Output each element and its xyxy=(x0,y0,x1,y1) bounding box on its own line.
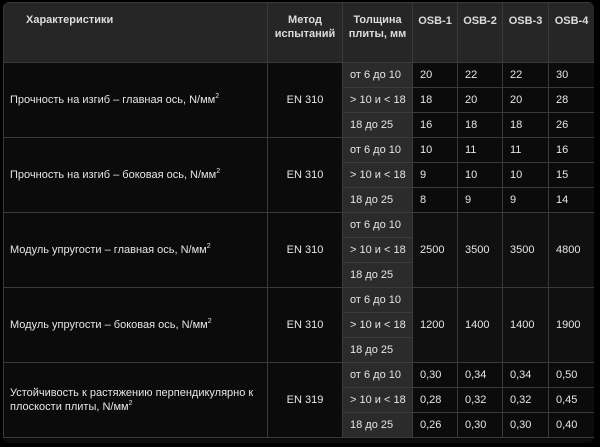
value-cell: 10 xyxy=(457,162,503,188)
unit-superscript: 2 xyxy=(215,93,220,100)
test-method: EN 310 xyxy=(267,137,343,213)
thickness-cell: 18 до 25 xyxy=(342,187,413,213)
value-cell: 9 xyxy=(502,187,549,213)
value-cell: 0,28 xyxy=(412,387,458,413)
property-label: Устойчивость к растяжению перпендикулярн… xyxy=(3,362,268,438)
value-cell: 20 xyxy=(457,87,503,113)
value-cell: 9 xyxy=(412,162,458,188)
value-cell: 0,30 xyxy=(457,412,503,438)
value-cell: 15 xyxy=(548,162,594,188)
table-row: Устойчивость к растяжению перпендикулярн… xyxy=(3,362,594,438)
table-frame: Характеристики Метод испытаний Толщина п… xyxy=(3,2,594,443)
value-cell: 0,34 xyxy=(457,362,503,388)
value-cell: 10 xyxy=(412,137,458,163)
value-cell: 0,30 xyxy=(412,362,458,388)
value-cell: 22 xyxy=(502,62,549,88)
value-cell: 22 xyxy=(457,62,503,88)
thickness-cell: 18 до 25 xyxy=(342,412,413,438)
value-cell: 20 xyxy=(502,87,549,113)
thickness-cell: от 6 до 10 xyxy=(342,137,413,163)
header-osb-1: OSB-1 xyxy=(412,2,458,63)
value-cell: 0,26 xyxy=(412,412,458,438)
unit-superscript: 2 xyxy=(216,168,221,175)
thickness-cell: от 6 до 10 xyxy=(342,212,413,238)
property-label: Прочность на изгиб – боковая ось, N/мм2 xyxy=(3,137,268,213)
table-row: Прочность на изгиб – боковая ось, N/мм2 … xyxy=(3,137,594,213)
value-cell: 1400 xyxy=(502,287,549,363)
header-characteristics: Характеристики xyxy=(3,2,268,63)
value-cell: 3500 xyxy=(457,212,503,288)
property-label: Модуль упругости – боковая ось, N/мм2 xyxy=(3,287,268,363)
test-method: EN 319 xyxy=(267,362,343,438)
header-osb-2: OSB-2 xyxy=(457,2,503,63)
value-cell: 26 xyxy=(548,112,594,138)
value-cell: 9 xyxy=(457,187,503,213)
test-method: EN 310 xyxy=(267,287,343,363)
thickness-cell: 18 до 25 xyxy=(342,262,413,288)
thickness-cell: > 10 и < 18 xyxy=(342,237,413,263)
test-method: EN 310 xyxy=(267,212,343,288)
value-cell: 0,50 xyxy=(548,362,594,388)
value-cell: 30 xyxy=(548,62,594,88)
thickness-cell: от 6 до 10 xyxy=(342,287,413,313)
value-cell: 18 xyxy=(457,112,503,138)
thickness-cell: от 6 до 10 xyxy=(342,62,413,88)
value-cell: 1900 xyxy=(548,287,594,363)
property-label: Прочность на изгиб – главная ось, N/мм2 xyxy=(3,62,268,138)
value-cell: 18 xyxy=(502,112,549,138)
value-cell: 28 xyxy=(548,87,594,113)
value-cell: 16 xyxy=(412,112,458,138)
value-cell: 0,40 xyxy=(548,412,594,438)
value-cell: 0,30 xyxy=(502,412,549,438)
value-cell: 10 xyxy=(502,162,549,188)
value-cell: 11 xyxy=(457,137,503,163)
table-row: Модуль упругости – боковая ось, N/мм2 EN… xyxy=(3,287,594,363)
value-cell: 0,32 xyxy=(502,387,549,413)
test-method: EN 310 xyxy=(267,62,343,138)
value-cell: 0,45 xyxy=(548,387,594,413)
table-row: Прочность на изгиб – главная ось, N/мм2 … xyxy=(3,62,594,138)
value-cell: 2500 xyxy=(412,212,458,288)
value-cell: 11 xyxy=(502,137,549,163)
header-osb-3: OSB-3 xyxy=(502,2,549,63)
value-cell: 1400 xyxy=(457,287,503,363)
thickness-cell: от 6 до 10 xyxy=(342,362,413,388)
unit-superscript: 2 xyxy=(206,243,211,250)
value-cell: 16 xyxy=(548,137,594,163)
header-method: Метод испытаний xyxy=(267,2,343,63)
value-cell: 8 xyxy=(412,187,458,213)
header-thickness: Толщина плиты, мм xyxy=(342,2,413,63)
unit-superscript: 2 xyxy=(207,318,212,325)
header-row: Характеристики Метод испытаний Толщина п… xyxy=(3,2,594,63)
header-osb-4: OSB-4 xyxy=(548,2,594,63)
thickness-cell: 18 до 25 xyxy=(342,112,413,138)
value-cell: 3500 xyxy=(502,212,549,288)
value-cell: 18 xyxy=(412,87,458,113)
value-cell: 4800 xyxy=(548,212,594,288)
value-cell: 14 xyxy=(548,187,594,213)
property-label: Модуль упругости – главная ось, N/мм2 xyxy=(3,212,268,288)
thickness-cell: > 10 и < 18 xyxy=(342,387,413,413)
osb-properties-table: Характеристики Метод испытаний Толщина п… xyxy=(3,2,594,438)
value-cell: 0,32 xyxy=(457,387,503,413)
thickness-cell: 18 до 25 xyxy=(342,337,413,363)
thickness-cell: > 10 и < 18 xyxy=(342,312,413,338)
table-row: Модуль упругости – главная ось, N/мм2 EN… xyxy=(3,212,594,288)
value-cell: 1200 xyxy=(412,287,458,363)
value-cell: 0,34 xyxy=(502,362,549,388)
value-cell: 20 xyxy=(412,62,458,88)
unit-superscript: 2 xyxy=(128,400,133,407)
thickness-cell: > 10 и < 18 xyxy=(342,162,413,188)
thickness-cell: > 10 и < 18 xyxy=(342,87,413,113)
